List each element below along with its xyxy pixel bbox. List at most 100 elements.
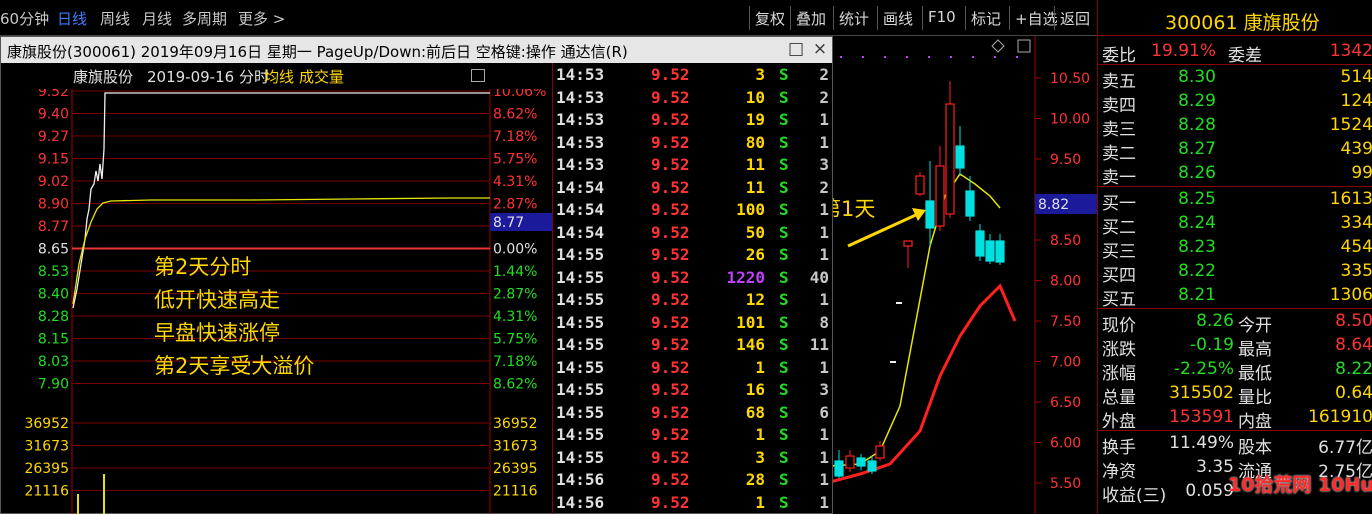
- tick-side: S: [779, 65, 789, 84]
- price-tick-label: 8.65: [38, 242, 69, 258]
- close-icon[interactable]: ×: [811, 39, 829, 59]
- stats-button[interactable]: 统计: [833, 6, 874, 30]
- watermark-logo: 10拾荒网 10Huang.CN: [1228, 474, 1372, 496]
- bid-label: 买一: [1102, 194, 1136, 214]
- f10-button[interactable]: F10: [922, 6, 961, 30]
- tick-row[interactable]: 14:55 9.52 3 S 1: [553, 447, 832, 470]
- tick-side: S: [779, 335, 789, 354]
- volume-legend: 成交量: [299, 68, 345, 86]
- intraday-popup[interactable]: 康旗股份(300061) 2019年09月16日 星期一 PageUp/Down…: [0, 36, 833, 514]
- tick-time: 14:55: [556, 245, 605, 264]
- tick-row[interactable]: 14:53 9.52 3 S 2: [553, 64, 832, 87]
- tick-row[interactable]: 14:56 9.52 1 S 1: [553, 492, 832, 514]
- tick-time: 14:53: [556, 132, 605, 152]
- weibi-value: 19.91%: [1151, 41, 1216, 61]
- tab-weekly[interactable]: 周线: [100, 8, 130, 29]
- tick-row[interactable]: 14:53 9.52 10 S 2: [553, 87, 832, 110]
- tick-count: 1: [819, 245, 829, 264]
- tick-count: 2: [819, 87, 829, 107]
- tick-row[interactable]: 14:55 9.52 101 S 8: [553, 312, 832, 335]
- daily-kline-chart[interactable]: 10.5010.009.509.008.508.007.507.006.506.…: [820, 36, 1097, 514]
- volume-tick-label: 31673: [24, 439, 69, 455]
- price-tick-label: 7.90: [38, 377, 69, 393]
- tick-volume: 16: [745, 380, 765, 399]
- tick-price: 9.52: [651, 65, 690, 84]
- kline-price-label: 9.50: [1050, 152, 1081, 168]
- candle-body: [875, 445, 885, 459]
- tick-time: 14:56: [556, 492, 605, 512]
- tick-volume: 3: [755, 65, 765, 84]
- bid-volume: 335: [1340, 261, 1372, 281]
- kline-price-label: 7.00: [1050, 355, 1081, 371]
- tab-60min[interactable]: 60分钟: [0, 8, 49, 29]
- kline-cursor-label: 8.82: [1038, 197, 1069, 213]
- tick-list[interactable]: 14:53 9.52 3 S 2 14:53 9.52 10 S 2 14:53 9.52 19 S 1 14…: [552, 63, 832, 514]
- tick-row[interactable]: 14:53 9.52 80 S 1: [553, 132, 832, 155]
- price-tick-label: 9.02: [38, 174, 69, 190]
- tick-row[interactable]: 14:53 9.52 19 S 1: [553, 109, 832, 132]
- popup-title-bar[interactable]: 康旗股份(300061) 2019年09月16日 星期一 PageUp/Down…: [1, 37, 832, 63]
- tick-row[interactable]: 14:55 9.52 1 S 1: [553, 424, 832, 447]
- quote-title: 300061 康旗股份: [1098, 0, 1372, 36]
- pct-tick-label: 7.18%: [493, 354, 537, 370]
- tick-row[interactable]: 14:54 9.52 11 S 2: [553, 177, 832, 200]
- tick-row[interactable]: 14:55 9.52 16 S 3: [553, 379, 832, 402]
- tick-row[interactable]: 14:55 9.52 146 S 11: [553, 334, 832, 357]
- tick-price: 9.52: [651, 492, 690, 512]
- tick-row[interactable]: 14:56 9.52 28 S 1: [553, 469, 832, 492]
- bid-label: 买三: [1102, 242, 1136, 262]
- tab-more[interactable]: 更多 >: [238, 8, 285, 29]
- tab-multi-period[interactable]: 多周期: [182, 8, 227, 29]
- tab-monthly[interactable]: 月线: [142, 8, 172, 29]
- intraday-chart[interactable]: 9.52 10.06% 9.40 8.62% 9.27 7.18% 9.15 5.75% 9.0…: [1, 84, 552, 514]
- tick-row[interactable]: 14:55 9.52 12 S 1: [553, 289, 832, 312]
- tick-row[interactable]: 14:54 9.52 100 S 1: [553, 199, 832, 222]
- tick-row[interactable]: 14:53 9.52 11 S 3: [553, 154, 832, 177]
- dot-marker: [1016, 56, 1018, 58]
- ask-label: 卖五: [1102, 72, 1136, 92]
- tick-side: S: [779, 110, 789, 129]
- tab-daily[interactable]: 日线: [57, 8, 87, 29]
- overlay-button[interactable]: 叠加: [790, 6, 831, 30]
- tick-price: 9.52: [651, 402, 690, 422]
- tick-side: S: [779, 290, 789, 309]
- fuquan-button[interactable]: 复权: [749, 6, 790, 30]
- restore-icon[interactable]: □: [787, 39, 805, 59]
- kline-price-label: 10.50: [1050, 71, 1090, 87]
- tick-row[interactable]: 14:55 9.52 1 S 1: [553, 357, 832, 380]
- stat-label: 总量: [1102, 388, 1136, 408]
- tick-time: 14:53: [556, 110, 605, 129]
- tick-count: 1: [819, 492, 829, 512]
- note-line-2: 低开快速高走: [154, 288, 280, 312]
- fund-label: 净资: [1102, 462, 1136, 482]
- tick-side: S: [779, 470, 789, 489]
- mark-button[interactable]: 标记: [965, 6, 1006, 30]
- volume-tick-label-right: 31673: [493, 439, 538, 455]
- tick-row[interactable]: 14:55 9.52 68 S 6: [553, 402, 832, 425]
- pct-tick-label: 5.75%: [493, 332, 537, 348]
- kline-price-label: 6.50: [1050, 395, 1081, 411]
- stat-value: -0.19: [1190, 335, 1234, 355]
- ask-label: 卖一: [1102, 168, 1136, 188]
- tick-row[interactable]: 14:55 9.52 26 S 1: [553, 244, 832, 267]
- tick-row[interactable]: 14:54 9.52 50 S 1: [553, 222, 832, 245]
- bid-volume: 1613: [1329, 189, 1372, 209]
- tick-volume: 11: [745, 177, 765, 197]
- candle-body: [925, 200, 935, 229]
- tick-volume: 146: [736, 335, 765, 354]
- tick-count: 1: [819, 425, 829, 444]
- ask-row: 卖四 8.29 124: [1098, 90, 1372, 116]
- tick-volume: 10: [745, 87, 765, 107]
- tick-row[interactable]: 14:55 9.52 1220 S 40: [553, 267, 832, 290]
- stat-value: 153591: [1169, 407, 1234, 427]
- bid-volume: 454: [1340, 237, 1372, 257]
- back-button[interactable]: 返回: [1054, 6, 1095, 30]
- dot-marker: [884, 56, 886, 58]
- tick-time: 14:55: [556, 357, 605, 377]
- draw-line-button[interactable]: 画线: [877, 6, 918, 30]
- stat-label: 涨跌: [1102, 340, 1136, 360]
- panel-toggle-icon[interactable]: [471, 69, 485, 82]
- tick-side: S: [779, 200, 789, 219]
- tick-side: S: [779, 177, 789, 197]
- tick-time: 14:56: [556, 470, 605, 489]
